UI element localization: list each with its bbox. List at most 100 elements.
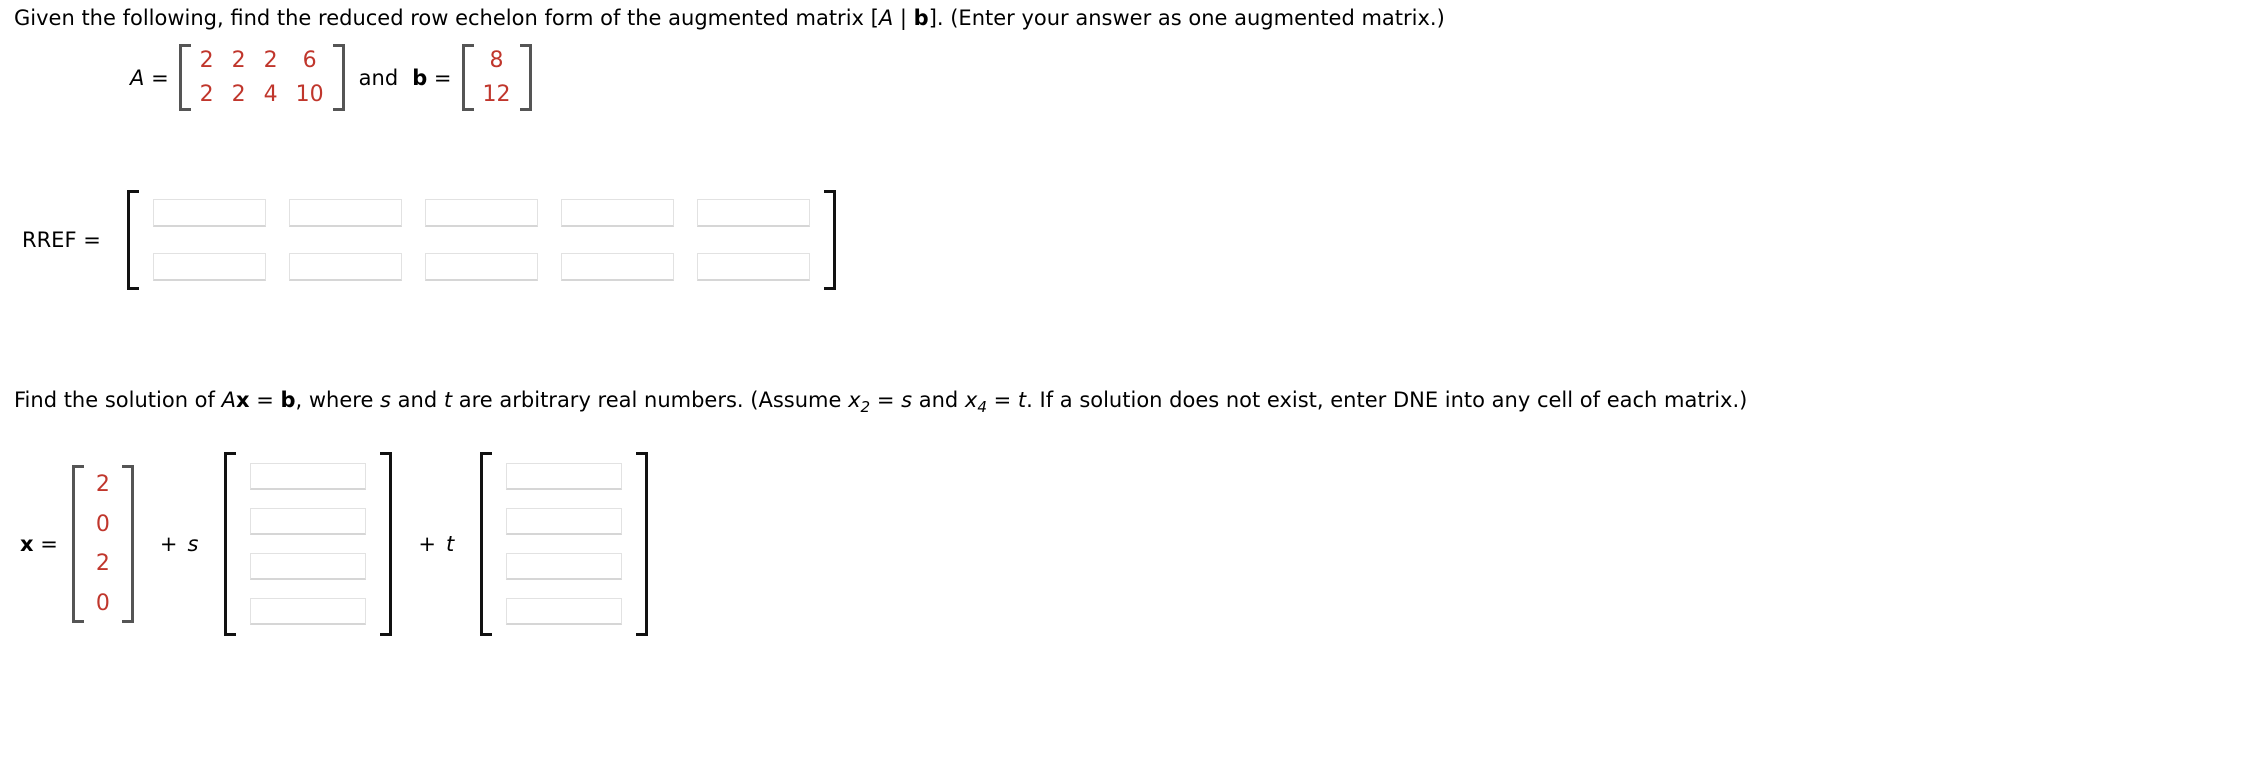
vector-b-cell-r0c0: 8: [489, 48, 504, 73]
solution-x-symbol: x: [20, 532, 34, 556]
t-vector-input-r3c0[interactable]: [506, 598, 623, 625]
particular-vector-cell-r0c0: 2: [95, 472, 110, 497]
rref-answer-matrix: [126, 190, 836, 290]
t-vector-input-r1c0[interactable]: [506, 508, 623, 535]
t-vector-input-r2c0[interactable]: [506, 553, 623, 580]
particular-vector-cell-r1c0: 0: [95, 511, 110, 537]
vector-b-label: b =: [412, 66, 451, 90]
rref-label: RREF =: [22, 228, 101, 252]
s-vector-input-r3c0[interactable]: [250, 598, 367, 625]
q2-text-part-2: , where: [295, 388, 381, 412]
q2-vector-b-symbol: b: [280, 388, 296, 412]
rref-input-r1c1[interactable]: [288, 253, 402, 281]
t-vector-right-bracket: [636, 452, 649, 636]
matrix-a-label: A =: [130, 66, 169, 90]
plus-sign-t: +: [418, 532, 437, 556]
t-vector-input-grid: [492, 452, 636, 636]
matrix-a-cell-r1c2: 4: [263, 81, 278, 107]
question-1-prompt: Given the following, find the reduced ro…: [14, 6, 1445, 31]
matrix-a-cell-r0c3: 6: [302, 48, 317, 73]
vector-b-left-bracket: [461, 44, 474, 111]
rref-input-r0c0[interactable]: [152, 199, 266, 227]
q2-text-part-7: =: [986, 388, 1018, 412]
solution-x-label: x =: [20, 532, 58, 556]
q2-text-part-6: and: [912, 388, 965, 412]
q2-x4-symbol: x: [964, 388, 978, 412]
plus-sign-s: +: [159, 532, 178, 556]
particular-vector-cell-r2c0: 2: [95, 551, 110, 576]
solution-x-equals: =: [40, 532, 58, 556]
q2-t-symbol: t: [443, 388, 453, 412]
matrix-a-cell-r1c1: 2: [231, 81, 246, 107]
q2-text-part-4: are arbitrary real numbers. (Assume: [452, 388, 849, 412]
q1-vector-b-symbol: b: [913, 6, 929, 30]
particular-vector-cell-r3c0: 0: [95, 590, 110, 616]
question-2-prompt: Find the solution of Ax = b, where s and…: [14, 388, 1747, 416]
matrix-a-values: 2 2 2 6 2 2 4 10: [191, 44, 333, 111]
matrix-a: 2 2 2 6 2 2 4 10: [178, 44, 345, 111]
q2-s2-symbol: s: [901, 388, 913, 412]
s-vector-right-bracket: [380, 452, 393, 636]
matrix-a-right-bracket: [332, 44, 345, 111]
rref-input-r0c2[interactable]: [424, 199, 538, 227]
particular-vector-values: 2 0 2 0: [84, 465, 122, 623]
q2-vector-x-symbol: x: [235, 388, 250, 412]
s-vector-input-r2c0[interactable]: [250, 553, 367, 580]
s-vector-input-r1c0[interactable]: [250, 508, 367, 535]
t-vector-left-bracket: [480, 452, 493, 636]
q2-text-part-1: Find the solution of: [14, 388, 222, 412]
plus-s-operator: + s: [160, 532, 199, 556]
q1-text-part-2: ]. (Enter your answer as one augmented m…: [928, 6, 1445, 30]
q2-x2-subscript: 2: [860, 398, 871, 417]
given-conjunction: and: [358, 65, 399, 90]
vector-b-right-bracket: [519, 44, 532, 111]
q2-x2-symbol: x: [848, 388, 861, 412]
rref-answer-row: RREF =: [22, 190, 836, 290]
rref-input-r1c2[interactable]: [424, 253, 538, 281]
t-vector-input-r0c0[interactable]: [506, 463, 623, 490]
rref-left-bracket: [126, 190, 139, 290]
matrix-a-symbol: A: [130, 65, 145, 90]
s-vector-input-r0c0[interactable]: [250, 463, 367, 490]
matrix-a-equals: =: [151, 65, 169, 90]
solution-answer-row: x = 2 0 2 0 + s + t: [20, 452, 649, 636]
rref-input-r0c4[interactable]: [696, 199, 810, 227]
rref-input-r1c3[interactable]: [560, 253, 674, 281]
rref-input-grid: [139, 190, 824, 290]
s-vector-input-grid: [236, 452, 380, 636]
q2-s-symbol: s: [380, 388, 391, 412]
vector-b: 8 12: [461, 44, 532, 111]
q2-text-part-3: and: [391, 388, 444, 412]
plus-t-operator: + t: [418, 532, 454, 556]
particular-solution-vector: 2 0 2 0: [71, 465, 134, 623]
vector-b-equals: =: [433, 65, 452, 90]
t-variable: t: [446, 532, 455, 556]
rref-input-r1c4[interactable]: [696, 253, 810, 281]
s-vector-left-bracket: [224, 452, 237, 636]
q1-augment-bar: |: [893, 6, 914, 30]
q1-matrix-a-symbol: A: [878, 6, 894, 30]
vector-b-cell-r1c0: 12: [482, 81, 511, 107]
rref-right-bracket: [823, 190, 836, 290]
matrix-a-cell-r1c0: 2: [199, 81, 214, 107]
matrix-a-cell-r0c2: 2: [263, 48, 278, 73]
rref-input-r0c1[interactable]: [288, 199, 402, 227]
rref-input-r0c3[interactable]: [560, 199, 674, 227]
q2-equals: =: [249, 388, 281, 412]
rref-input-r1c0[interactable]: [152, 253, 266, 281]
vector-b-values: 8 12: [474, 44, 520, 111]
q2-text-part-8: . If a solution does not exist, enter DN…: [1026, 388, 1748, 412]
q2-matrix-a-symbol: A: [221, 388, 236, 412]
t-solution-vector: [480, 452, 649, 636]
s-variable: s: [187, 532, 199, 556]
given-matrices-row: A = 2 2 2 6 2 2 4 10 and b = 8 12: [130, 44, 532, 111]
q2-text-part-5: =: [870, 388, 902, 412]
s-solution-vector: [224, 452, 393, 636]
matrix-a-cell-r0c0: 2: [199, 48, 214, 73]
matrix-a-cell-r0c1: 2: [231, 48, 246, 73]
matrix-a-left-bracket: [178, 44, 191, 111]
q2-t2-symbol: t: [1017, 388, 1027, 412]
vector-b-symbol: b: [412, 65, 428, 90]
particular-vector-right-bracket: [121, 465, 134, 623]
matrix-a-cell-r1c3: 10: [295, 81, 324, 107]
